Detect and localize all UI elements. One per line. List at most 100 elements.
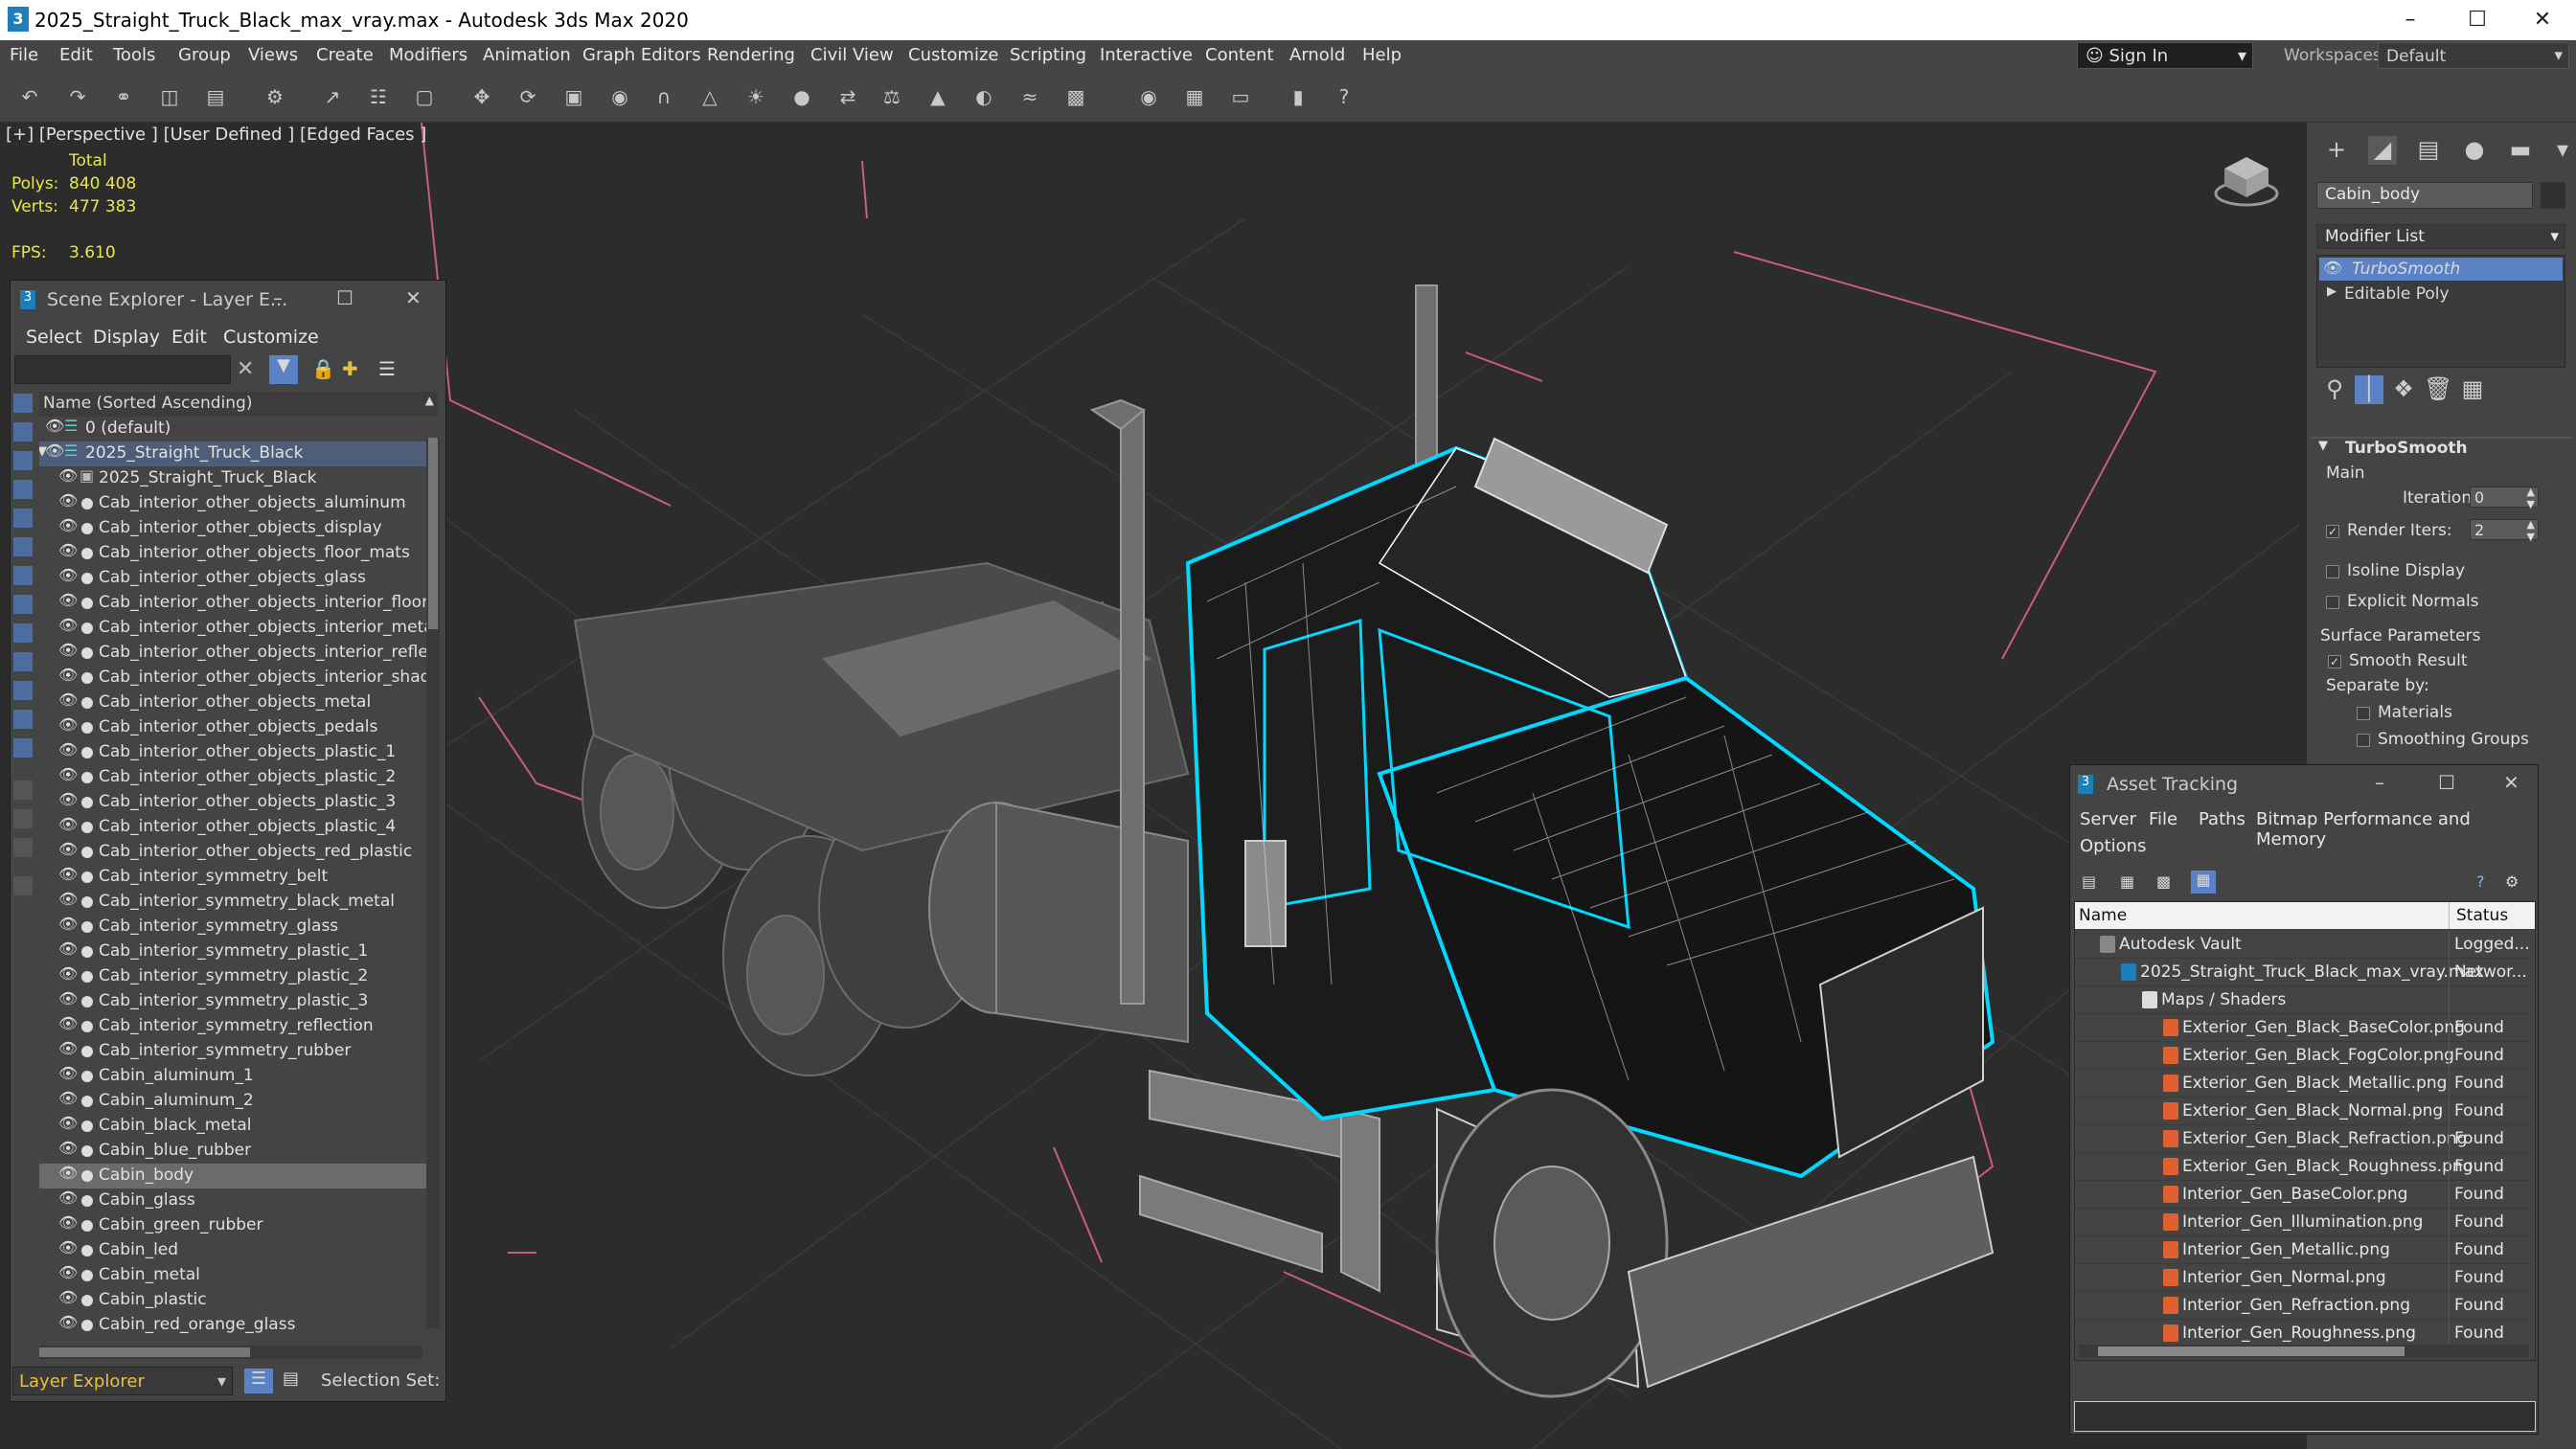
- at-detail-view-icon[interactable]: ▦: [2191, 871, 2216, 894]
- se-menu-edit[interactable]: Edit: [171, 327, 207, 348]
- renderable-dot-icon[interactable]: [81, 872, 93, 883]
- visibility-eye-icon[interactable]: 👁: [58, 915, 78, 933]
- object-row[interactable]: 👁 Cab_interior_symmetry_plastic_1: [39, 940, 428, 964]
- modify-tab-icon[interactable]: ◢: [2368, 136, 2397, 165]
- renderable-dot-icon[interactable]: [81, 772, 93, 783]
- asset-row[interactable]: Exterior_Gen_Black_Refraction.png Found: [2075, 1125, 2531, 1153]
- mirror-icon[interactable]: ⇄: [835, 84, 860, 109]
- render-iters-spinner[interactable]: 2 ▲ ▼: [2470, 518, 2539, 543]
- select-object-icon[interactable]: ↗: [320, 84, 345, 109]
- layer-icon[interactable]: ☰: [64, 417, 78, 435]
- asset-row[interactable]: Maps / Shaders: [2075, 986, 2531, 1014]
- asset-tracking-titlebar[interactable]: 3 Asset Tracking – ☐ ✕: [2070, 765, 2538, 804]
- menu-arnold[interactable]: Arnold: [1289, 45, 1345, 65]
- minimize-button[interactable]: –: [2382, 4, 2439, 36]
- snap-toggle-icon[interactable]: ∩: [651, 84, 676, 109]
- bind-spacewarp-icon[interactable]: ▤: [203, 84, 228, 109]
- object-row[interactable]: 👁 Cab_interior_symmetry_glass: [39, 915, 428, 940]
- at-menu-file[interactable]: File: [2149, 809, 2177, 829]
- object-row[interactable]: 👁 Cab_interior_symmetry_black_metal: [39, 890, 428, 915]
- visibility-eye-icon[interactable]: 👁: [58, 740, 78, 758]
- object-row[interactable]: 👁 Cab_interior_other_objects_glass: [39, 566, 428, 591]
- configure-modifier-sets-icon[interactable]: ▦: [2458, 375, 2487, 404]
- lock-icon[interactable]: 🔒: [311, 357, 335, 380]
- expand-arrow-icon[interactable]: ▶: [2327, 284, 2337, 299]
- status-column-header[interactable]: Status: [2456, 906, 2508, 925]
- object-row[interactable]: 👁 Cabin_aluminum_2: [39, 1089, 428, 1114]
- modifier-list-dropdown[interactable]: Modifier List ▾: [2316, 224, 2565, 249]
- se-menu-select[interactable]: Select: [26, 327, 82, 348]
- object-row[interactable]: 👁 ▣ 2025_Straight_Truck_Black: [39, 466, 428, 491]
- renderable-dot-icon[interactable]: [81, 996, 93, 1008]
- renderable-dot-icon[interactable]: [81, 697, 93, 709]
- object-row[interactable]: 👁 Cabin_glass: [39, 1189, 428, 1213]
- object-row[interactable]: 👁 Cab_interior_other_objects_interior_met…: [39, 616, 428, 641]
- at-table-icon[interactable]: ▩: [2156, 872, 2171, 891]
- at-help-icon[interactable]: ?: [2476, 872, 2485, 891]
- schematic-view-icon[interactable]: ▩: [1063, 84, 1088, 109]
- visibility-eye-icon[interactable]: 👁: [58, 566, 78, 584]
- visibility-eye-icon[interactable]: 👁: [58, 765, 78, 783]
- visibility-eye-icon[interactable]: 👁: [58, 641, 78, 659]
- minimize-button[interactable]: –: [273, 286, 283, 309]
- object-row[interactable]: 👁 Cabin_body: [39, 1164, 428, 1189]
- eye-icon[interactable]: 👁: [2323, 259, 2342, 277]
- spinner-arrows-icon[interactable]: ▲ ▼: [2527, 486, 2535, 510]
- renderable-dot-icon[interactable]: [81, 1245, 93, 1257]
- visibility-eye-icon[interactable]: 👁: [58, 491, 78, 509]
- se-horizontal-scrollbar[interactable]: [39, 1346, 422, 1359]
- renderable-dot-icon[interactable]: [81, 647, 93, 659]
- asset-row[interactable]: 2025_Straight_Truck_Black_max_vray.max Ne…: [2075, 959, 2531, 986]
- remove-modifier-icon[interactable]: 🗑: [2424, 375, 2452, 404]
- visibility-eye-icon[interactable]: 👁: [58, 940, 78, 958]
- visibility-eye-icon[interactable]: 👁: [58, 1039, 78, 1057]
- filter-geometry-icon[interactable]: [13, 394, 33, 413]
- renderable-dot-icon[interactable]: [81, 1170, 93, 1182]
- visibility-eye-icon[interactable]: 👁: [58, 989, 78, 1008]
- undo-icon[interactable]: ↶: [17, 84, 42, 109]
- asset-row[interactable]: Exterior_Gen_Black_Roughness.png Found: [2075, 1153, 2531, 1181]
- visibility-eye-icon[interactable]: 👁: [58, 964, 78, 983]
- visibility-eye-icon[interactable]: 👁: [58, 541, 78, 559]
- visibility-eye-icon[interactable]: 👁: [45, 417, 64, 435]
- asset-row[interactable]: Autodesk Vault Logged...: [2075, 931, 2531, 959]
- filter-icon[interactable]: ▼: [269, 355, 298, 384]
- select-scale-icon[interactable]: ▣: [561, 84, 586, 109]
- layer-row[interactable]: ▼ 👁 ☰ 2025_Straight_Truck_Black: [39, 441, 428, 466]
- create-tab-icon[interactable]: +: [2322, 136, 2351, 165]
- select-move-icon[interactable]: ✥: [469, 84, 494, 109]
- visibility-eye-icon[interactable]: 👁: [58, 1014, 78, 1032]
- menu-modifiers[interactable]: Modifiers: [389, 45, 467, 65]
- smoothing-groups-checkbox[interactable]: [2357, 734, 2370, 747]
- visibility-eye-icon[interactable]: 👁: [58, 865, 78, 883]
- object-row[interactable]: 👁 Cab_interior_other_objects_plastic_1: [39, 740, 428, 765]
- add-layer-icon[interactable]: ✚: [342, 357, 358, 380]
- renderable-dot-icon[interactable]: [81, 1220, 93, 1232]
- layer-icon[interactable]: ☰: [64, 441, 78, 460]
- object-row[interactable]: 👁 Cab_interior_other_objects_pedals: [39, 715, 428, 740]
- visibility-eye-icon[interactable]: 👁: [58, 591, 78, 609]
- scene-explorer-titlebar[interactable]: 3 Scene Explorer - Layer E... – ☐ ✕: [11, 281, 445, 319]
- maximize-button[interactable]: ☐: [336, 286, 353, 309]
- object-row[interactable]: 👁 Cab_interior_other_objects_plastic_2: [39, 765, 428, 790]
- layers-icon[interactable]: ☰: [378, 357, 396, 380]
- help-icon[interactable]: ?: [1332, 84, 1356, 109]
- renderable-dot-icon[interactable]: [81, 1320, 93, 1331]
- object-row[interactable]: 👁 Cab_interior_other_objects_display: [39, 516, 428, 541]
- smooth-result-checkbox[interactable]: ✓: [2328, 655, 2341, 668]
- renderable-dot-icon[interactable]: [81, 722, 93, 734]
- se-vertical-scrollbar[interactable]: [426, 438, 440, 1328]
- object-row[interactable]: 👁 Cab_interior_symmetry_reflection: [39, 1014, 428, 1039]
- object-row[interactable]: 👁 Cab_interior_other_objects_aluminum: [39, 491, 428, 516]
- visibility-eye-icon[interactable]: 👁: [58, 840, 78, 858]
- visibility-eye-icon[interactable]: 👁: [58, 466, 78, 485]
- workspaces-dropdown[interactable]: Default ▾: [2378, 42, 2569, 69]
- redo-icon[interactable]: ↷: [65, 84, 90, 109]
- asset-row[interactable]: Exterior_Gen_Black_Metallic.png Found: [2075, 1070, 2531, 1098]
- object-row[interactable]: 👁 Cab_interior_symmetry_rubber: [39, 1039, 428, 1064]
- object-row[interactable]: 👁 Cab_interior_symmetry_belt: [39, 865, 428, 890]
- rectangular-selection-icon[interactable]: ▢: [412, 84, 437, 109]
- scene-explorer-icon[interactable]: ▲: [925, 84, 950, 109]
- menu-interactive[interactable]: Interactive: [1100, 45, 1193, 65]
- object-row[interactable]: 👁 Cabin_led: [39, 1238, 428, 1263]
